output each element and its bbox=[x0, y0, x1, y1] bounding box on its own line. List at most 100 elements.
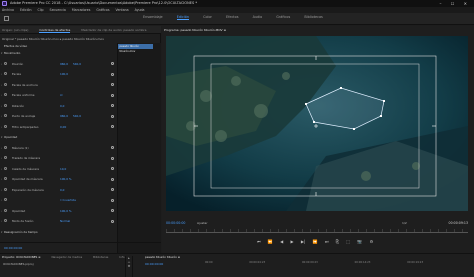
chevron-icon[interactable]: › bbox=[1, 197, 2, 203]
effect-property[interactable]: › Expansión de máscara 0,0 bbox=[0, 187, 120, 193]
workspace-color[interactable]: Color bbox=[203, 15, 212, 19]
keyframe-toggle-icon[interactable] bbox=[111, 177, 114, 181]
menu-clip[interactable]: Clip bbox=[38, 8, 44, 12]
stopwatch-icon[interactable] bbox=[4, 156, 7, 159]
effect-property[interactable]: › ☐ Invertida bbox=[0, 197, 120, 203]
tab-effect-controls[interactable]: Controles de efectos bbox=[39, 28, 71, 33]
effect-property[interactable]: › Trazado de máscara bbox=[0, 155, 120, 161]
chevron-icon[interactable]: › bbox=[1, 82, 2, 88]
tab-source[interactable]: Origen: (sin clips) bbox=[2, 28, 28, 32]
keyframe-toggle-icon[interactable] bbox=[111, 146, 114, 149]
property-value[interactable]: 960,0 bbox=[60, 61, 68, 67]
workspace-graficos[interactable]: Gráficos bbox=[276, 15, 290, 19]
chevron-icon[interactable]: › bbox=[1, 61, 2, 67]
chevron-icon[interactable]: › bbox=[1, 145, 2, 151]
zoom-select[interactable]: Ajustar bbox=[197, 221, 208, 225]
extract-icon[interactable]: ⬚ bbox=[346, 239, 350, 244]
chevron-icon[interactable]: › bbox=[1, 92, 2, 98]
stopwatch-icon[interactable] bbox=[4, 82, 7, 86]
chevron-icon[interactable]: › bbox=[1, 218, 2, 224]
stopwatch-icon[interactable] bbox=[4, 72, 7, 75]
tab-audio-mixer[interactable]: Mezclador de clip de audio: pesado sombr… bbox=[81, 28, 146, 32]
keyframe-toggle-icon[interactable] bbox=[111, 156, 114, 160]
frame-forward-icon[interactable]: ▶| bbox=[301, 239, 305, 244]
move-tool-icon[interactable]: ✥ bbox=[126, 264, 132, 268]
keyframe-toggle-icon[interactable] bbox=[111, 62, 114, 65]
effect-section[interactable]: ▾ Movimiento bbox=[0, 50, 120, 56]
chevron-icon[interactable]: › bbox=[1, 176, 2, 182]
chevron-icon[interactable]: › bbox=[1, 124, 2, 130]
chevron-icon[interactable]: › bbox=[1, 208, 2, 214]
menu-ventana[interactable]: Ventana bbox=[116, 8, 129, 12]
property-value[interactable]: 0,0 bbox=[60, 187, 64, 193]
home-icon[interactable] bbox=[4, 16, 9, 21]
effect-section[interactable]: ▾ Opacidad bbox=[0, 134, 120, 140]
stopwatch-icon[interactable] bbox=[4, 166, 7, 170]
property-value-y[interactable]: 540,0 bbox=[73, 61, 81, 67]
effect-controls-timecode[interactable]: 00:00:00:00 bbox=[0, 242, 161, 252]
menu-ayuda[interactable]: Ayuda bbox=[135, 8, 145, 12]
window-controls[interactable]: – ☐ ✕ bbox=[440, 0, 471, 7]
effect-property[interactable]: › Calado de máscara 10,0 bbox=[0, 166, 120, 172]
chevron-icon[interactable]: › bbox=[1, 71, 2, 77]
timeline-ruler[interactable]: 00:00 00:00:04:23 00:00:09:23 00:00:14:2… bbox=[205, 261, 465, 264]
effect-property[interactable]: › Escala uniforme ☑ bbox=[0, 92, 120, 98]
tab-libraries[interactable]: Bibliotecas bbox=[93, 255, 108, 259]
menu-marcadores[interactable]: Marcadores bbox=[72, 8, 91, 12]
tab-media-browser[interactable]: Navegador de medios bbox=[51, 255, 82, 259]
play-icon[interactable]: ▶ bbox=[291, 239, 294, 244]
effect-section[interactable]: ▾ Reasignación de tiempo bbox=[0, 229, 120, 235]
property-value[interactable]: Normal bbox=[60, 218, 70, 224]
tab-info[interactable]: Info bbox=[119, 255, 124, 259]
property-value-y[interactable]: 540,0 bbox=[73, 113, 81, 119]
effect-property[interactable]: › Filtro antiparpadeo 0,00 bbox=[0, 124, 120, 130]
keyframe-toggle-icon[interactable] bbox=[111, 198, 114, 202]
menu-secuencia[interactable]: Secuencia bbox=[50, 8, 66, 12]
property-value[interactable]: 960,0 bbox=[60, 113, 68, 119]
property-value[interactable]: ☑ bbox=[60, 92, 63, 98]
stopwatch-icon[interactable] bbox=[4, 103, 7, 107]
workspace-audio[interactable]: Audio bbox=[253, 15, 263, 19]
tab-project[interactable]: Proyecto: OCULTACIONES ≡ bbox=[2, 255, 41, 259]
effect-property[interactable]: › Posición 960,0 540,0 bbox=[0, 61, 120, 67]
effect-property[interactable]: › Modo de fusión Normal bbox=[0, 218, 120, 224]
keyframe-toggle-icon[interactable] bbox=[111, 72, 114, 76]
program-scrubber[interactable] bbox=[166, 229, 468, 233]
chevron-icon[interactable]: ▾ bbox=[1, 229, 2, 235]
property-value[interactable]: 10,0 bbox=[60, 166, 66, 172]
chevron-icon[interactable]: › bbox=[1, 103, 2, 109]
clip-bar[interactable]: pesado tiburón tiburón.mov bbox=[118, 44, 153, 53]
keyframe-toggle-icon[interactable] bbox=[111, 114, 114, 118]
mark-out-icon[interactable]: ⏭ bbox=[325, 239, 329, 244]
property-value[interactable]: 100,0 bbox=[60, 71, 68, 77]
effect-controls-timeline[interactable] bbox=[117, 43, 161, 253]
video-frame[interactable] bbox=[166, 36, 468, 211]
workspace-efectos[interactable]: Efectos bbox=[226, 15, 238, 19]
stopwatch-icon[interactable] bbox=[4, 61, 7, 65]
timeline-timecode[interactable]: 00:00:00:00 bbox=[145, 262, 163, 266]
stopwatch-icon[interactable] bbox=[4, 93, 7, 96]
keyframe-toggle-icon[interactable] bbox=[111, 209, 114, 212]
workspace-edicion[interactable]: Edición bbox=[176, 15, 189, 20]
step-forward-icon[interactable]: ⏩ bbox=[313, 239, 318, 244]
effect-property[interactable]: › Escala de anchura bbox=[0, 82, 120, 88]
stopwatch-icon[interactable] bbox=[4, 124, 7, 128]
stopwatch-icon[interactable] bbox=[4, 177, 7, 180]
menu-archivo[interactable]: Archivo bbox=[2, 8, 14, 12]
effect-property[interactable]: › Rotación 0,0 bbox=[0, 103, 120, 109]
settings-icon[interactable]: ⚙ bbox=[370, 239, 374, 244]
stopwatch-icon[interactable] bbox=[4, 208, 7, 212]
effect-property[interactable]: › Máscara (1) bbox=[0, 145, 120, 151]
stopwatch-icon[interactable] bbox=[4, 219, 7, 222]
program-timecode-current[interactable]: 00:00:00:00 bbox=[166, 221, 185, 225]
stopwatch-icon[interactable] bbox=[4, 114, 7, 117]
menu-graficos[interactable]: Gráficos bbox=[96, 8, 109, 12]
stopwatch-icon[interactable] bbox=[4, 145, 7, 149]
property-value[interactable]: 0,0 bbox=[60, 103, 64, 109]
stopwatch-icon[interactable] bbox=[4, 187, 7, 191]
stopwatch-icon[interactable] bbox=[4, 198, 7, 201]
keyframe-toggle-icon[interactable] bbox=[111, 83, 114, 86]
chevron-icon[interactable]: ▾ bbox=[1, 134, 2, 140]
keyframe-toggle-icon[interactable] bbox=[111, 125, 114, 128]
tab-timeline[interactable]: pesado tiburón tiburón ≡ bbox=[145, 254, 180, 260]
